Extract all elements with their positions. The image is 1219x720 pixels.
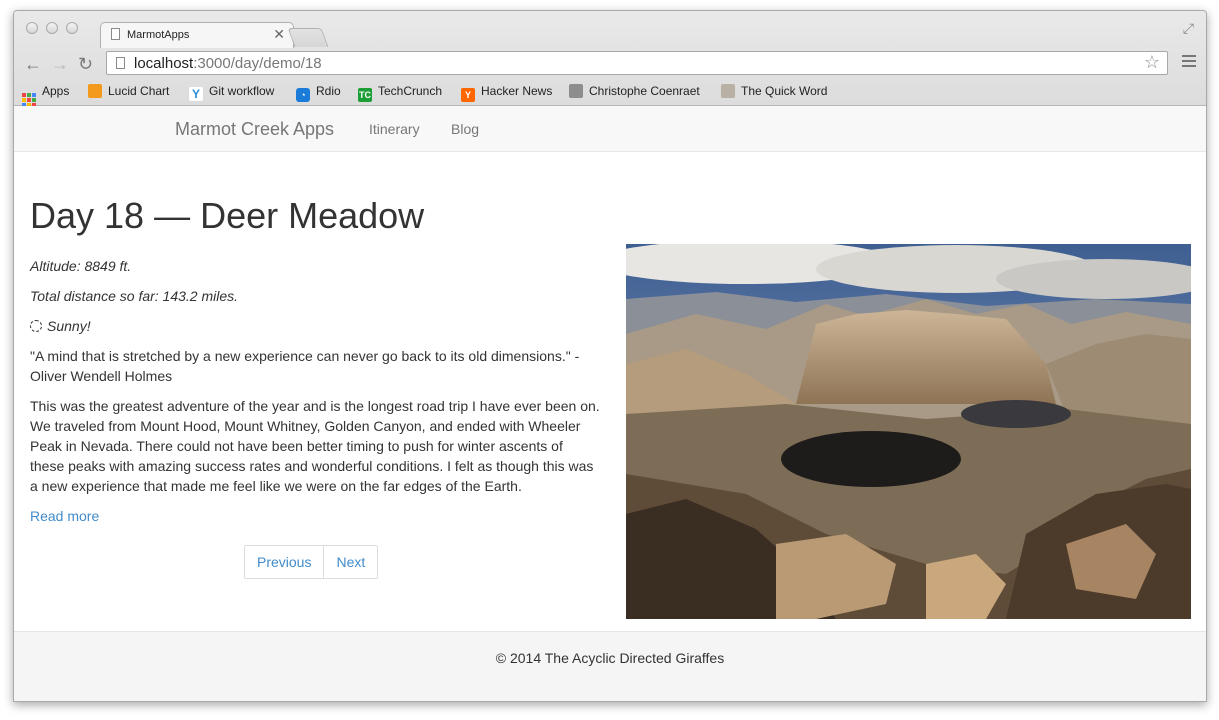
forward-icon[interactable]: → [51, 54, 69, 75]
bookmark-label: Rdio [316, 84, 341, 98]
distance-text: Total distance so far: 143.2 miles. [30, 288, 239, 304]
previous-button[interactable]: Previous [245, 546, 323, 578]
chrome-menu-icon[interactable] [1182, 55, 1196, 70]
apps-grid-icon [22, 93, 36, 107]
reload-icon[interactable]: ↻ [78, 54, 93, 75]
nav-link-itinerary[interactable]: Itinerary [369, 121, 420, 137]
fullscreen-icon[interactable]: ⤢ [1183, 20, 1194, 37]
site-footer: © 2014 The Acyclic Directed Giraffes [14, 631, 1206, 701]
bookmark-label: Git workflow [209, 84, 275, 98]
sun-icon [30, 320, 42, 332]
zoom-window-button[interactable] [66, 22, 78, 34]
bookmark-lucid-chart[interactable]: Lucid Chart [88, 84, 169, 98]
hacker-news-icon: Y [461, 88, 475, 102]
quote-text: "A mind that is stretched by a new exper… [30, 348, 580, 384]
page-title: Day 18 — Deer Meadow [30, 195, 425, 236]
body-text: This was the greatest adventure of the y… [30, 398, 600, 494]
close-window-button[interactable] [26, 22, 38, 34]
close-tab-icon[interactable]: ✕ [273, 26, 285, 43]
bookmark-apps[interactable]: Apps [22, 84, 69, 107]
pager: Previous Next [244, 545, 379, 579]
site-navbar: Marmot Creek Apps Itinerary Blog [14, 106, 1206, 152]
bookmark-label: Lucid Chart [108, 84, 170, 98]
bookmark-christophe-coenraet[interactable]: Christophe Coenraet [569, 84, 705, 98]
git-workflow-icon: Y [189, 87, 203, 101]
minimize-window-button[interactable] [46, 22, 58, 34]
navbar-brand[interactable]: Marmot Creek Apps [175, 119, 334, 140]
avatar-icon [569, 84, 583, 98]
browser-tab[interactable]: MarmotApps ✕ [100, 22, 294, 48]
altitude-text: Altitude: 8849 ft. [30, 258, 132, 274]
url-text[interactable]: localhost:3000/day/demo/18 [134, 55, 322, 72]
url-host: localhost [134, 55, 194, 72]
page-icon [116, 57, 125, 69]
footer-copyright: © 2014 The Acyclic Directed Giraffes [495, 650, 725, 666]
next-button[interactable]: Next [323, 546, 377, 578]
weather-line: Sunny! [30, 316, 600, 336]
bookmark-label: Apps [42, 84, 70, 98]
browser-chrome: MarmotApps ✕ ⤢ ← → ↻ localhost:3000/day/… [14, 11, 1206, 107]
weather-text: Sunny! [47, 318, 91, 334]
back-icon[interactable]: ← [24, 54, 42, 75]
bookmark-git-workflow[interactable]: Y Git workflow [189, 84, 274, 101]
quick-word-icon [721, 84, 735, 98]
browser-window: MarmotApps ✕ ⤢ ← → ↻ localhost:3000/day/… [13, 10, 1207, 702]
mountain-photo [626, 244, 1191, 619]
day-content: Altitude: 8849 ft. Total distance so far… [30, 256, 600, 536]
page-icon [111, 28, 120, 40]
lucidchart-icon [88, 84, 102, 98]
rdio-icon: ◔ [296, 88, 310, 102]
read-more-link[interactable]: Read more [30, 508, 99, 524]
address-bar[interactable]: localhost:3000/day/demo/18 ☆ [106, 51, 1168, 75]
nav-link-blog[interactable]: Blog [451, 121, 479, 137]
new-tab-button[interactable] [287, 28, 329, 47]
bookmark-label: Christophe Coenraet [589, 84, 700, 98]
bookmark-rdio[interactable]: ◔ Rdio [296, 84, 341, 102]
bookmark-label: TechCrunch [378, 84, 443, 98]
url-path: :3000/day/demo/18 [193, 55, 322, 72]
techcrunch-icon: TC [358, 88, 372, 102]
bookmark-techcrunch[interactable]: TC TechCrunch [358, 84, 442, 102]
tab-title: MarmotApps [127, 29, 190, 41]
bookmark-hacker-news[interactable]: Y Hacker News [461, 84, 552, 102]
bookmark-label: The Quick Word [741, 84, 828, 98]
bookmark-label: Hacker News [481, 84, 553, 98]
bookmark-quick-word[interactable]: The Quick Word [721, 84, 827, 98]
bookmark-star-icon[interactable]: ☆ [1144, 52, 1160, 73]
